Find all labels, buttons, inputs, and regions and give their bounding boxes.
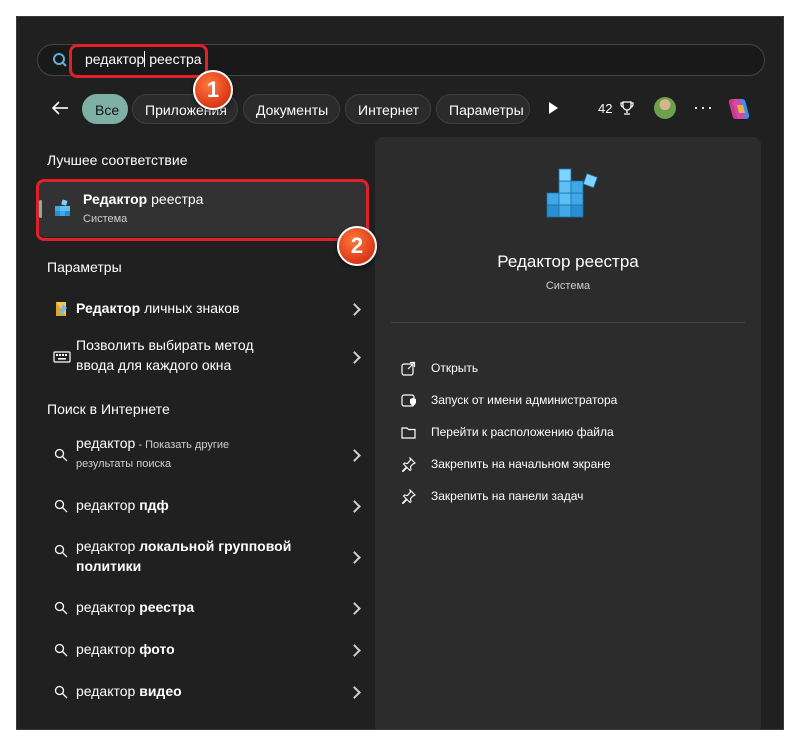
web-result-label: редактор видео <box>76 683 182 699</box>
web-result-item[interactable]: редактор фото <box>39 633 367 667</box>
pin-icon <box>401 489 416 504</box>
copilot-icon[interactable] <box>725 95 753 123</box>
search-icon <box>54 499 68 513</box>
best-match-header: Лучшее соответствие <box>47 152 188 168</box>
settings-item-character-editor[interactable]: Редактор личных знаков <box>39 289 367 329</box>
search-icon <box>54 601 68 615</box>
search-icon <box>54 643 68 657</box>
folder-icon <box>401 427 416 439</box>
open-external-icon <box>401 361 416 376</box>
web-result-label-line2: результаты поиска <box>76 458 172 470</box>
settings-header: Параметры <box>47 259 122 275</box>
chevron-right-icon <box>348 351 361 364</box>
action-label: Закрепить на начальном экране <box>431 457 611 471</box>
details-pane: Редактор реестра Система Открыть Запуск … <box>375 137 761 729</box>
search-highlight-frame <box>69 44 208 78</box>
more-options-icon[interactable]: ··· <box>693 97 714 118</box>
chevron-right-icon <box>348 551 361 564</box>
step-1-badge: 1 <box>193 70 233 110</box>
web-result-item[interactable]: редактор пдф <box>39 489 367 523</box>
action-label: Закрепить на панели задач <box>431 489 584 503</box>
settings-item-label-line2: ввода для каждого окна <box>76 357 232 373</box>
shield-icon <box>401 394 416 407</box>
start-search-window: редактор реестра Все Приложения Документ… <box>16 16 784 730</box>
filter-bar: Все Приложения Документы Интернет Параме… <box>17 93 783 127</box>
details-subtitle: Система <box>545 280 591 292</box>
character-editor-icon <box>56 302 67 316</box>
action-label: Запуск от имени администратора <box>431 393 618 407</box>
filter-settings[interactable]: Параметры <box>436 94 530 124</box>
settings-item-label: Редактор личных знаков <box>76 300 240 316</box>
filter-documents[interactable]: Документы <box>243 94 340 124</box>
chevron-right-icon <box>348 602 361 615</box>
chevron-right-icon <box>348 644 361 657</box>
chevron-right-icon <box>348 500 361 513</box>
user-avatar[interactable] <box>654 97 676 119</box>
more-filters-play-icon[interactable] <box>549 102 558 114</box>
keyboard-icon <box>53 351 71 363</box>
search-icon <box>54 544 68 558</box>
web-search-header: Поиск в Интернете <box>47 401 170 417</box>
registry-editor-large-icon <box>546 168 598 218</box>
result-highlight-frame <box>36 179 369 241</box>
action-label: Перейти к расположению файла <box>431 425 614 439</box>
search-icon <box>54 685 68 699</box>
settings-item-label-line1: Позволить выбирать метод <box>76 337 254 353</box>
web-result-label: редактор пдф <box>76 497 169 513</box>
pin-icon <box>401 457 416 472</box>
web-result-label: редактор фото <box>76 641 175 657</box>
action-label: Открыть <box>431 361 479 375</box>
trophy-icon[interactable] <box>619 100 635 116</box>
web-result-label: редактор локальной групповой <box>76 538 292 554</box>
back-arrow-icon[interactable] <box>50 98 70 118</box>
web-result-item[interactable]: редактор - Показать другие результаты по… <box>39 431 367 479</box>
web-result-item[interactable]: редактор локальной групповой политики <box>39 533 367 581</box>
step-2-badge: 2 <box>337 226 377 266</box>
chevron-right-icon <box>348 303 361 316</box>
web-result-label: редактор реестра <box>76 599 195 615</box>
filter-internet[interactable]: Интернет <box>345 94 431 124</box>
web-result-item[interactable]: редактор реестра <box>39 591 367 625</box>
settings-item-input-method[interactable]: Позволить выбирать метод ввода для каждо… <box>39 335 367 381</box>
chevron-right-icon <box>348 449 361 462</box>
search-icon <box>53 53 67 67</box>
divider <box>391 322 745 323</box>
web-result-label-line2: политики <box>76 558 142 574</box>
search-icon <box>54 448 68 462</box>
rewards-points[interactable]: 42 <box>598 101 612 116</box>
details-title: Редактор реестра <box>497 252 639 271</box>
web-result-label: редактор - Показать другие <box>76 435 230 451</box>
web-result-item[interactable]: редактор видео <box>39 675 367 709</box>
filter-all[interactable]: Все <box>82 94 128 124</box>
chevron-right-icon <box>348 686 361 699</box>
